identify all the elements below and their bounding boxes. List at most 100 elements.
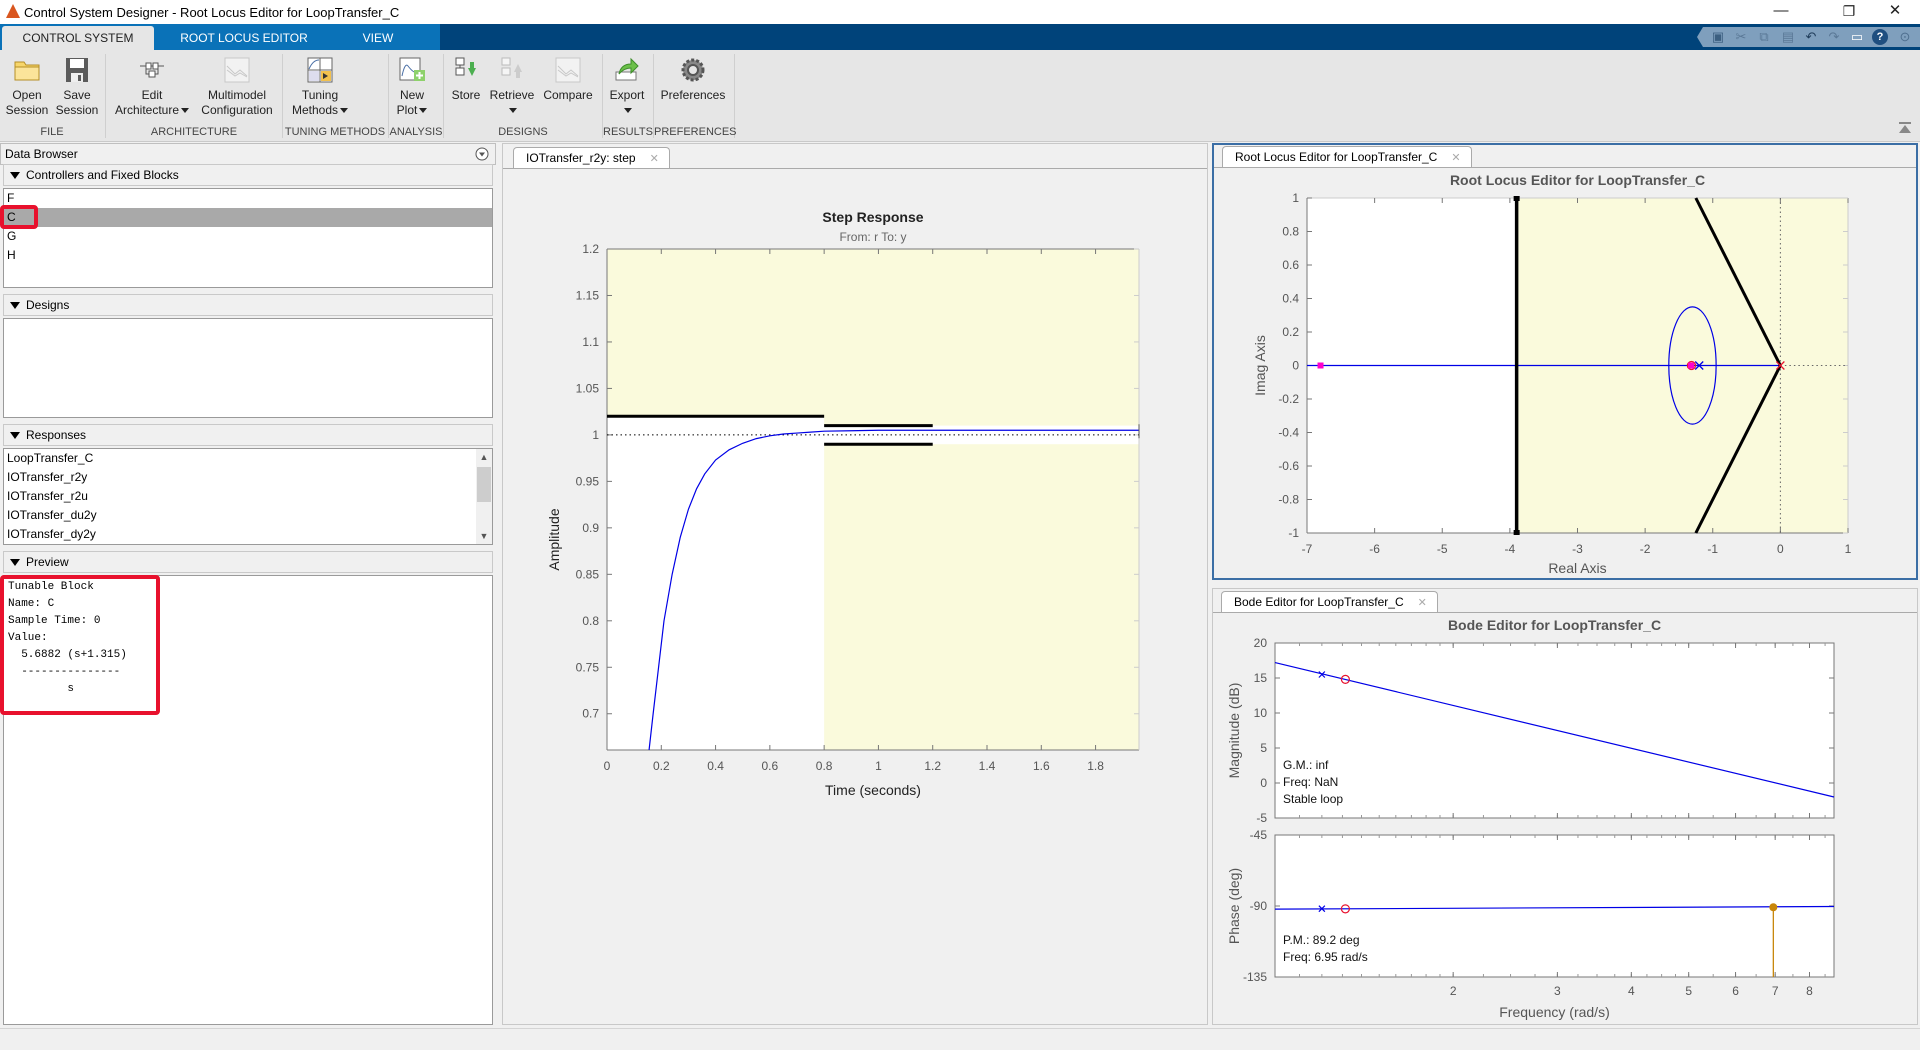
x-tick-label: -7 bbox=[1302, 542, 1313, 556]
controllers-section-header[interactable]: Controllers and Fixed Blocks bbox=[3, 164, 493, 186]
x-tick-label: 1 bbox=[1845, 542, 1852, 556]
y-tick-label: 0.9 bbox=[582, 521, 599, 535]
y-tick-label: 0.2 bbox=[1282, 325, 1299, 339]
edit-architecture-button[interactable]: Edit Architecture bbox=[112, 54, 192, 118]
data-browser-panel: Data Browser Controllers and Fixed Block… bbox=[0, 143, 496, 1025]
cut-icon[interactable]: ✂ bbox=[1732, 28, 1750, 46]
new-plot-button[interactable]: New Plot bbox=[392, 54, 432, 118]
y-tick-label: 0.7 bbox=[582, 707, 599, 721]
y-tick-label: -0.4 bbox=[1278, 426, 1299, 440]
designs-section-header[interactable]: Designs bbox=[3, 294, 493, 316]
matlab-logo-icon bbox=[6, 4, 20, 18]
y-tick-label: 1.15 bbox=[576, 288, 600, 302]
magnitude-y-axis-label: Magnitude (dB) bbox=[1226, 683, 1242, 779]
list-item-g[interactable]: G bbox=[4, 227, 492, 246]
tab-control-system[interactable]: CONTROL SYSTEM bbox=[2, 26, 154, 50]
x-tick-label: 0.6 bbox=[762, 759, 779, 773]
preview-section-header[interactable]: Preview bbox=[3, 551, 493, 573]
root-locus-svg: -7 -6 -5 -4 -3 -2 -1 0 1 -1 -0.8 -0.6 -0.4 -0.2 0 0.2 0.… bbox=[1252, 172, 1852, 576]
responses-list: LoopTransfer_C IOTransfer_r2y IOTransfer… bbox=[3, 448, 493, 545]
x-axis-label: Real Axis bbox=[1548, 560, 1606, 576]
list-item-c[interactable]: C bbox=[4, 208, 492, 227]
redo-icon[interactable]: ↷ bbox=[1825, 28, 1843, 46]
store-button[interactable]: Store bbox=[448, 54, 484, 103]
list-item-iotransfer-r2y[interactable]: IOTransfer_r2y bbox=[4, 468, 492, 487]
paste-icon[interactable]: ▤ bbox=[1779, 28, 1797, 46]
y-axis-label: Imag Axis bbox=[1252, 335, 1268, 396]
y-tick-label: -45 bbox=[1250, 828, 1268, 842]
scroll-up-icon[interactable]: ▲ bbox=[476, 449, 492, 465]
restore-button[interactable]: ❐ bbox=[1826, 0, 1872, 24]
title-bar: Control System Designer - Root Locus Edi… bbox=[0, 0, 1920, 24]
scroll-down-icon[interactable]: ▼ bbox=[476, 528, 492, 544]
window-layout-icon[interactable]: ▭ bbox=[1848, 28, 1866, 46]
collapse-ribbon-icon[interactable] bbox=[1898, 122, 1912, 134]
highlight-box bbox=[0, 575, 160, 715]
bode-editor-panel: Bode Editor for LoopTransfer_C ✕ -5 0 5 10 15… bbox=[1212, 588, 1918, 1025]
options-icon[interactable]: ⊙ bbox=[1896, 28, 1914, 46]
gain-margin-annotation: Stable loop bbox=[1283, 792, 1343, 806]
allowed-region bbox=[607, 416, 825, 750]
y-tick-label: 1.1 bbox=[582, 335, 599, 349]
compare-button[interactable]: Compare bbox=[540, 54, 596, 103]
x-tick-label: 4 bbox=[1628, 984, 1635, 998]
closed-loop-pole-marker bbox=[1688, 362, 1695, 369]
list-item-iotransfer-r2u[interactable]: IOTransfer_r2u bbox=[4, 487, 492, 506]
multimodel-configuration-button[interactable]: Multimodel Configuration bbox=[198, 54, 276, 118]
help-icon[interactable]: ? bbox=[1872, 29, 1888, 45]
responses-section-header[interactable]: Responses bbox=[3, 424, 493, 446]
floppy-disk-icon bbox=[63, 56, 91, 84]
gain-margin-annotation: G.M.: inf bbox=[1283, 758, 1329, 772]
tuning-methods-button[interactable]: Tuning Methods bbox=[288, 54, 352, 118]
list-item-h[interactable]: H bbox=[4, 246, 492, 265]
bode-svg: -5 0 5 10 15 20 Magnitude (dB) -135 -90 -45 Phase … bbox=[1226, 617, 1835, 1020]
collapse-triangle-icon bbox=[10, 559, 20, 566]
minimize-button[interactable]: — bbox=[1758, 0, 1804, 24]
list-item-iotransfer-dy2y[interactable]: IOTransfer_dy2y bbox=[4, 525, 492, 544]
undo-icon[interactable]: ↶ bbox=[1802, 28, 1820, 46]
compare-plot-icon bbox=[554, 56, 582, 84]
export-button[interactable]: Export bbox=[606, 54, 648, 118]
y-tick-label: 0 bbox=[1292, 359, 1299, 373]
tab-root-locus-editor[interactable]: ROOT LOCUS EDITOR bbox=[164, 26, 324, 50]
list-item-iotransfer-du2y[interactable]: IOTransfer_du2y bbox=[4, 506, 492, 525]
retrieve-design-icon bbox=[498, 56, 526, 84]
copy-icon[interactable]: ⧉ bbox=[1755, 28, 1773, 46]
y-tick-label: 0.8 bbox=[1282, 225, 1299, 239]
list-item-looptransfer-c[interactable]: LoopTransfer_C bbox=[4, 449, 492, 468]
y-tick-label: 20 bbox=[1254, 636, 1268, 650]
x-tick-label: 3 bbox=[1554, 984, 1561, 998]
data-browser-header: Data Browser bbox=[0, 143, 496, 165]
y-tick-label: 1.05 bbox=[576, 381, 600, 395]
phase-y-axis-label: Phase (deg) bbox=[1226, 868, 1242, 944]
save-icon[interactable]: ▣ bbox=[1709, 28, 1727, 46]
group-preferences-label: PREFERENCES bbox=[654, 126, 737, 138]
group-architecture-label: ARCHITECTURE bbox=[150, 126, 238, 138]
list-item-f[interactable]: F bbox=[4, 189, 492, 208]
y-tick-label: -0.2 bbox=[1278, 392, 1299, 406]
group-file-label: FILE bbox=[40, 126, 64, 138]
responses-scrollbar[interactable]: ▲ ▼ bbox=[476, 449, 492, 544]
x-axis-label: Time (seconds) bbox=[825, 782, 921, 798]
tab-view[interactable]: VIEW bbox=[350, 26, 406, 50]
y-tick-label: 0 bbox=[1260, 776, 1267, 790]
y-tick-label: -5 bbox=[1256, 811, 1267, 825]
preferences-button[interactable]: Preferences bbox=[658, 54, 728, 103]
y-tick-label: 5 bbox=[1260, 741, 1267, 755]
status-bar bbox=[0, 1028, 1920, 1050]
open-session-button[interactable]: Open Session bbox=[4, 54, 50, 118]
save-session-button[interactable]: Save Session bbox=[54, 54, 100, 118]
x-tick-label: 2 bbox=[1450, 984, 1457, 998]
y-tick-label: 0.4 bbox=[1282, 292, 1299, 306]
close-button[interactable]: ✕ bbox=[1872, 0, 1918, 24]
group-tuning-methods-label: TUNING METHODS bbox=[284, 126, 386, 138]
x-tick-label: 1 bbox=[875, 759, 882, 773]
chart-title: Bode Editor for LoopTransfer_C bbox=[1448, 617, 1661, 633]
y-tick-label: 0.95 bbox=[576, 474, 600, 488]
x-tick-label: -5 bbox=[1437, 542, 1448, 556]
y-tick-label: -1 bbox=[1288, 526, 1299, 540]
dropdown-caret-icon bbox=[509, 108, 517, 114]
scrollbar-thumb[interactable] bbox=[477, 467, 491, 502]
retrieve-button[interactable]: Retrieve bbox=[488, 54, 536, 118]
panel-menu-icon[interactable] bbox=[475, 147, 489, 161]
